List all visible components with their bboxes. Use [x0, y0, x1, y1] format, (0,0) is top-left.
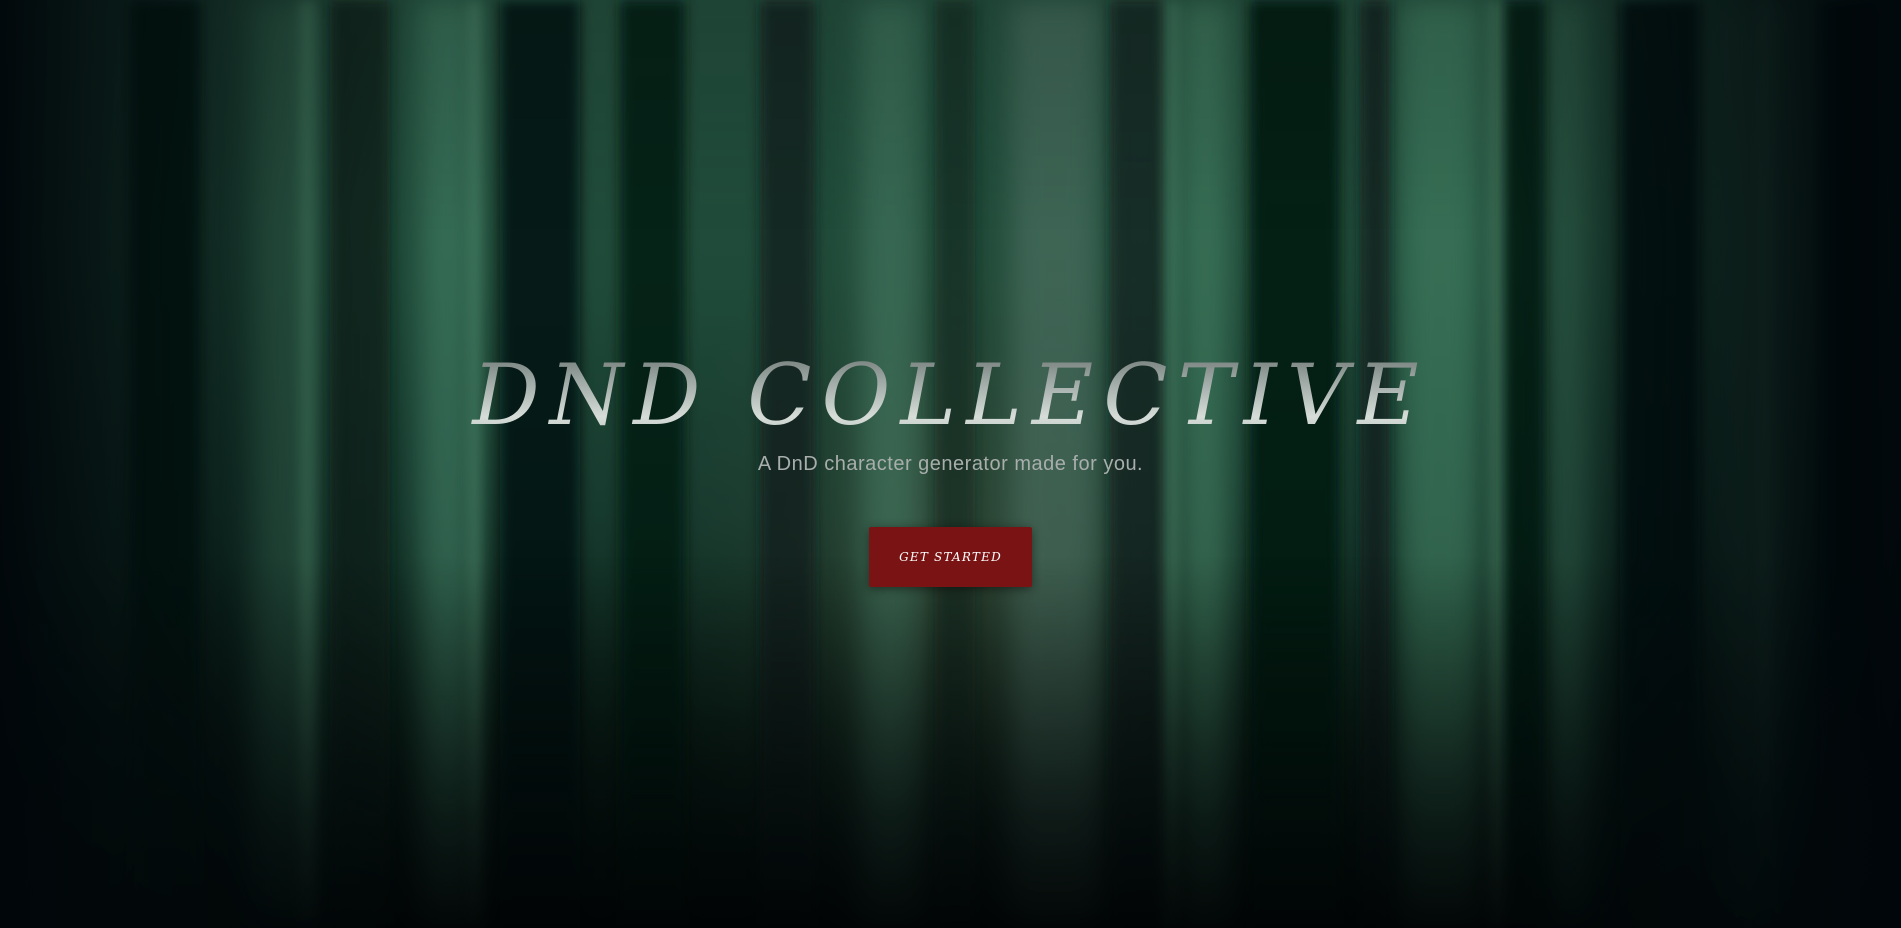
- site-tagline: A DnD character generator made for you.: [757, 453, 1144, 475]
- get-started-button[interactable]: GET STARTED: [869, 527, 1032, 587]
- site-title: DND COLLECTIVE: [0, 340, 1901, 450]
- hero-content: DND COLLECTIVE A DnD character generator…: [0, 0, 1901, 928]
- hero-section: DND COLLECTIVE A DnD character generator…: [0, 0, 1901, 928]
